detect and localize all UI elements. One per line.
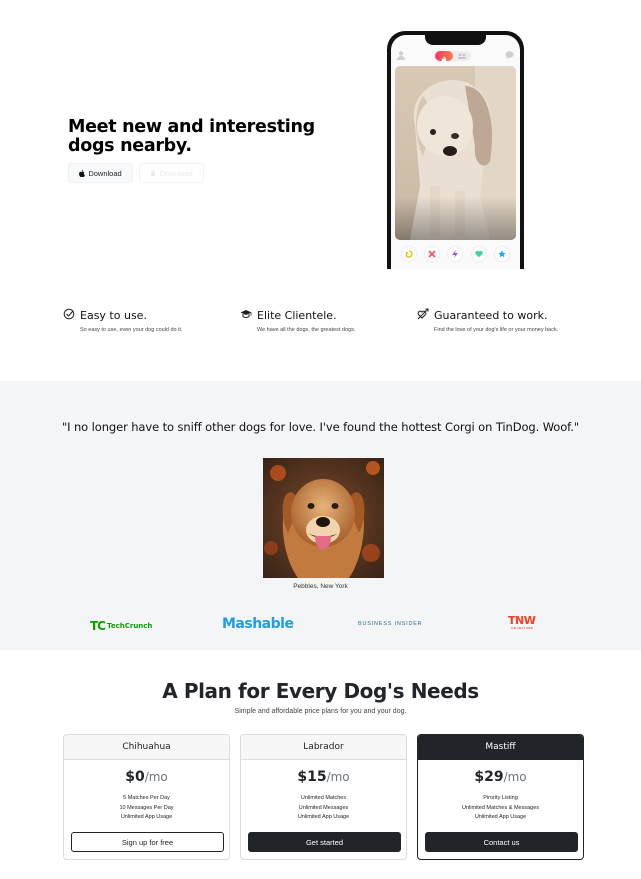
- feature-title: Guaranteed to work.: [434, 309, 548, 322]
- phone-screen: [391, 35, 520, 269]
- phone-notch: [425, 35, 486, 45]
- like-button[interactable]: [471, 247, 486, 261]
- hero-section: Meet new and interesting dogs nearby. Do…: [0, 0, 641, 290]
- plan-features: 5 Matches Per Day 10 Messages Per Day Un…: [64, 794, 229, 823]
- plan-name: Labrador: [241, 735, 406, 760]
- discover-toggle[interactable]: [435, 51, 471, 63]
- plan-card-chihuahua: Chihuahua $0/mo 5 Matches Per Day 10 Mes…: [63, 734, 230, 860]
- plan-feature: Unlimited App Usage: [297, 814, 350, 820]
- plan-feature: Unlimited Matches: [300, 795, 347, 801]
- testimonial-dog-photo: [263, 458, 384, 578]
- tnw-mark: TNW: [508, 614, 536, 627]
- sign-up-free-button[interactable]: Sign up for free: [71, 832, 224, 852]
- plan-price-amount: $29: [474, 769, 504, 785]
- techcrunch-word: TechCrunch: [107, 622, 153, 630]
- plan-feature: 10 Messages Per Day: [119, 804, 174, 811]
- business-insider-logo: BUSINESS INSIDER: [358, 621, 423, 627]
- features-section: Easy to use. So easy to use, even your d…: [0, 300, 641, 380]
- swipe-actions: [391, 247, 520, 263]
- plan-price-amount: $15: [297, 769, 327, 785]
- feature-text: So easy to use, even your dog could do i…: [80, 327, 183, 333]
- user-icon: [397, 51, 405, 60]
- chat-icon[interactable]: [505, 51, 514, 59]
- download-button[interactable]: Download: [68, 163, 133, 183]
- lightning-icon: [452, 250, 459, 258]
- press-logos: TC TechCrunch Mashable BUSINESS INSIDER …: [0, 614, 641, 636]
- plan-card-labrador: Labrador $15/mo Unlimited Matches Unlimi…: [240, 734, 407, 860]
- apple-icon: [79, 169, 86, 177]
- testimonial-quote: "I no longer have to sniff other dogs fo…: [61, 420, 580, 434]
- techcrunch-logo: TC TechCrunch: [90, 619, 152, 633]
- android-icon: [151, 169, 156, 176]
- golden-retriever-image: [263, 458, 384, 578]
- testimonial-caption: Pebbles, New York: [293, 583, 348, 590]
- download-button-label: Download: [88, 168, 122, 178]
- pricing-subtitle: Simple and affordable price plans for yo…: [234, 708, 407, 715]
- plan-price-period: /mo: [503, 770, 527, 784]
- plan-feature: Unlimited Matches & Messages: [461, 804, 540, 811]
- plan-feature: Unlimited App Usage: [120, 814, 173, 820]
- plan-price: $15/mo: [241, 769, 406, 785]
- plan-name: Mastiff: [418, 735, 583, 760]
- poodle-image: [395, 66, 516, 240]
- dog-profile-photo[interactable]: [395, 66, 516, 240]
- mashable-logo: Mashable: [222, 616, 294, 632]
- feature-text: We have all the dogs, the greatest dogs.: [257, 327, 356, 333]
- tnw-logo: TNW THE NEXT WEB: [508, 614, 536, 630]
- contact-us-button[interactable]: Contact us: [425, 832, 578, 852]
- techcrunch-mark: TC: [90, 619, 106, 633]
- feature-title: Easy to use.: [80, 309, 147, 322]
- plan-feature: 5 Matches Per Day: [123, 795, 170, 801]
- flame-toggle-active: [435, 51, 453, 63]
- feature-title: Elite Clientele.: [257, 309, 337, 322]
- graduation-cap-icon: [240, 310, 252, 318]
- plan-price: $29/mo: [418, 769, 583, 785]
- flame-icon: [441, 56, 447, 63]
- phone-app-header: [391, 49, 520, 63]
- phone-mockup: [387, 31, 524, 269]
- group-icon: [458, 53, 466, 59]
- rewind-icon: [405, 250, 413, 258]
- pricing-section: A Plan for Every Dog's Needs Simple and …: [0, 650, 641, 879]
- rewind-button[interactable]: [401, 247, 416, 261]
- plan-features: Pirority Listing Unlimited Matches & Mes…: [418, 794, 583, 823]
- plan-price: $0/mo: [64, 769, 229, 785]
- plan-feature: Pirority Listing: [483, 795, 518, 801]
- get-started-button[interactable]: Get started: [248, 832, 401, 852]
- download-button-secondary[interactable]: Download: [139, 163, 204, 183]
- tnw-subtitle: THE NEXT WEB: [510, 626, 533, 630]
- heart-arrow-icon: [417, 308, 429, 320]
- check-circle-icon: [63, 308, 75, 320]
- star-icon: [498, 250, 506, 258]
- hero-title: Meet new and interesting dogs nearby.: [68, 117, 315, 156]
- plan-price-amount: $0: [125, 769, 145, 785]
- plan-price-period: /mo: [326, 770, 350, 784]
- boost-button[interactable]: [448, 247, 463, 261]
- plan-feature: Unlimited App Usage: [474, 814, 527, 820]
- plan-name: Chihuahua: [64, 735, 229, 760]
- download-button-secondary-label: Download: [159, 168, 193, 178]
- close-icon: [428, 250, 436, 258]
- pricing-title: A Plan for Every Dog's Needs: [162, 679, 479, 703]
- heart-icon: [475, 250, 483, 258]
- testimonial-section: "I no longer have to sniff other dogs fo…: [0, 381, 641, 650]
- feature-text: Find the love of your dog's life or your…: [434, 327, 559, 333]
- super-like-button[interactable]: [495, 247, 510, 261]
- nope-button[interactable]: [425, 247, 440, 261]
- plan-features: Unlimited Matches Unlimited Messages Unl…: [241, 794, 406, 823]
- plan-card-mastiff: Mastiff $29/mo Pirority Listing Unlimite…: [417, 734, 584, 860]
- plan-price-period: /mo: [144, 770, 168, 784]
- plan-feature: Unlimited Messages: [298, 804, 349, 811]
